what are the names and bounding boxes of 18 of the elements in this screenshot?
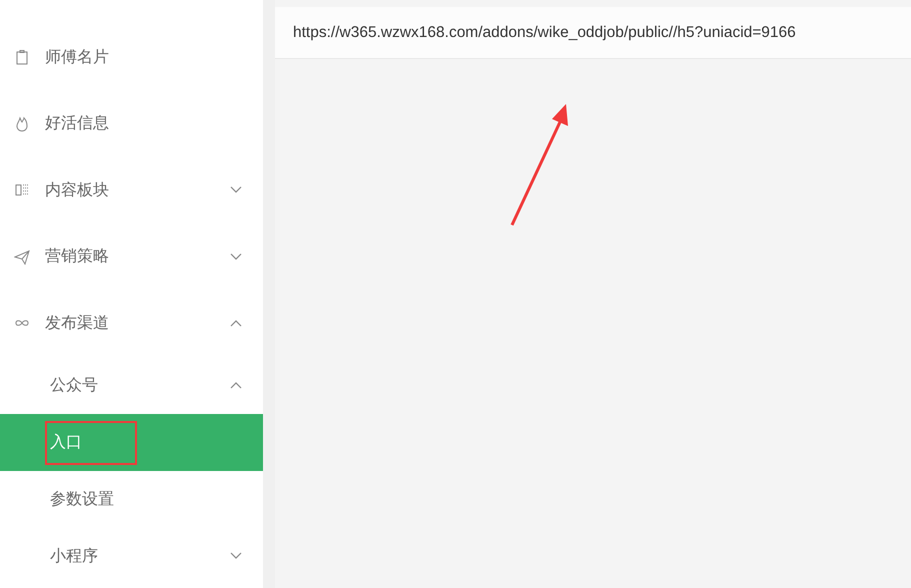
menu-item[interactable]: 发布渠道 bbox=[0, 290, 263, 356]
chevron-icon bbox=[230, 252, 242, 261]
menu-item[interactable]: 参数设置 bbox=[0, 470, 263, 528]
flame-icon bbox=[14, 116, 30, 132]
menu-item[interactable]: 内容板块 bbox=[0, 157, 263, 224]
menu-item[interactable]: 师傅名片 bbox=[0, 24, 263, 90]
clipboard-icon bbox=[14, 49, 30, 66]
chevron-icon bbox=[230, 552, 242, 560]
menu-item[interactable]: 营销策略 bbox=[0, 224, 263, 290]
book-icon bbox=[14, 182, 30, 198]
chevron-icon bbox=[230, 381, 242, 389]
chevron-icon bbox=[230, 319, 242, 328]
menu-item[interactable]: 小程序 bbox=[0, 528, 263, 584]
menu-item[interactable]: 公众号 bbox=[0, 356, 263, 414]
chevron-icon bbox=[230, 186, 242, 194]
url-text: https://w365.wzwx168.com/addons/wike_oddjob/public//h5?uniacid=9166 bbox=[275, 7, 911, 59]
menu-item[interactable]: 好活信息 bbox=[0, 90, 263, 157]
paper-plane-icon bbox=[14, 248, 30, 265]
